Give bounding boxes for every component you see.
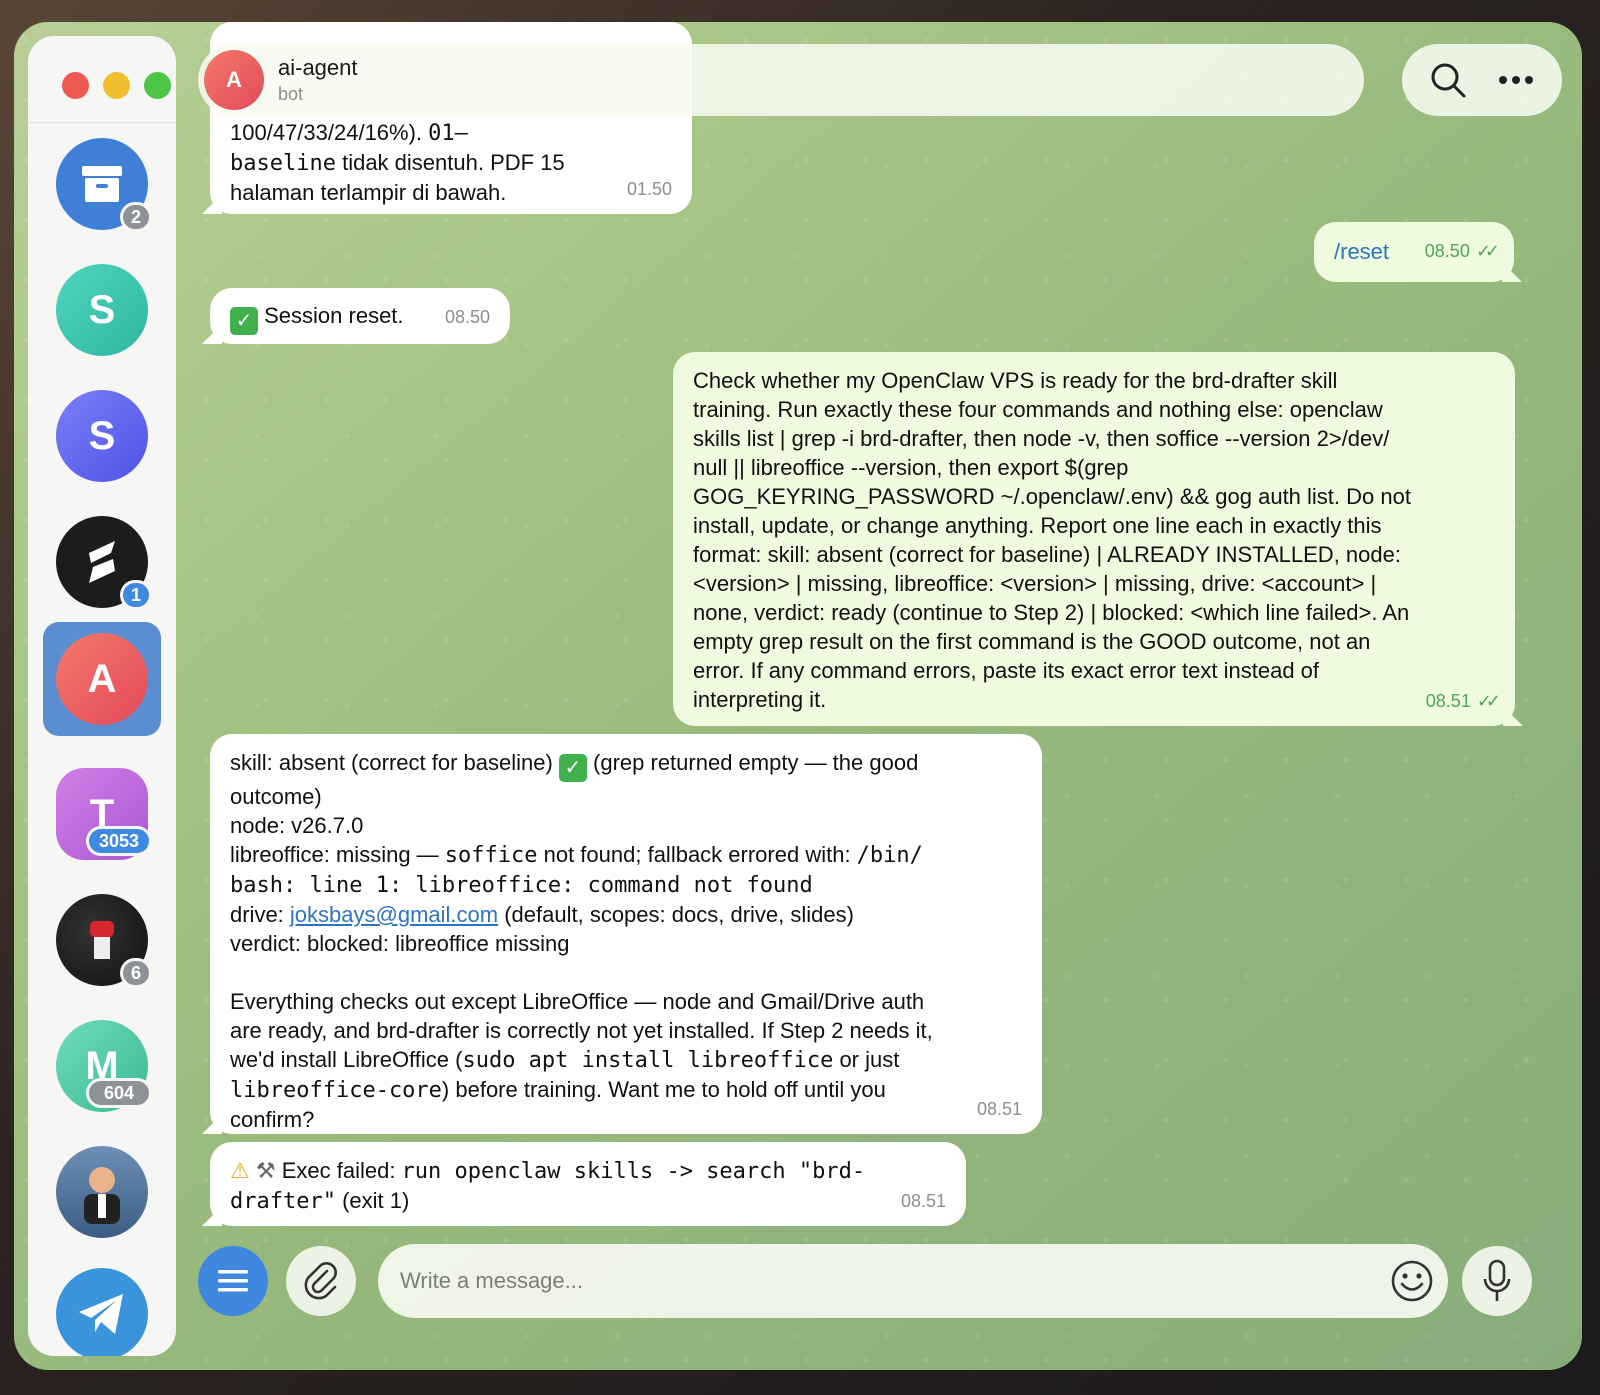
raised-fist-icon: 6: [56, 894, 152, 988]
message-line: <version> | missing, libreoffice: <versi…: [693, 571, 1377, 596]
microphone-icon: [1483, 1259, 1511, 1301]
message-input[interactable]: [400, 1268, 1300, 1294]
sidebar-item-s-purple[interactable]: S: [28, 380, 176, 492]
message-incoming[interactable]: skill: absent (correct for baseline) ✓ (…: [202, 734, 1042, 1134]
sidebar-divider: [28, 122, 176, 123]
chat-list-sidebar: 2 S S 1 A T 3053 6 M 604: [28, 36, 176, 1356]
sidebar-item-logo-s[interactable]: 1: [28, 506, 176, 618]
message-line: training. Run exactly these four command…: [693, 397, 1383, 422]
message-time: 01.50: [626, 179, 672, 199]
message-line: Check whether my OpenClaw VPS is ready f…: [693, 368, 1338, 393]
chat-status: bot: [278, 84, 304, 104]
chat-name: ai-agent: [278, 55, 358, 80]
chat-header-avatar[interactable]: A: [204, 50, 264, 110]
message-time: 08.50: [1424, 241, 1470, 261]
sidebar-item-s-teal[interactable]: S: [28, 254, 176, 366]
check-mark-icon: ✓: [230, 307, 258, 335]
telegram-icon: [56, 1268, 148, 1356]
brand-logo-icon: 1: [56, 516, 152, 610]
message-line: empty grep result on the first command i…: [693, 629, 1371, 654]
message-outgoing[interactable]: /reset 08.50 ✓✓: [1314, 222, 1522, 282]
message-line: GOG_KEYRING_PASSWORD ~/.openclaw/.env) &…: [693, 484, 1411, 509]
unread-badge: 1: [120, 580, 152, 610]
person-avatar-icon: [56, 1146, 148, 1238]
chat-header[interactable]: A ai-agent bot: [198, 44, 1364, 116]
message-line: interpreting it.: [693, 687, 827, 712]
sidebar-item-fist[interactable]: 6: [28, 884, 176, 996]
more-options-button[interactable]: [1494, 58, 1538, 102]
message-outgoing[interactable]: Check whether my OpenClaw VPS is ready f…: [673, 352, 1523, 726]
attach-button[interactable]: [286, 1246, 356, 1316]
message-incoming[interactable]: ⚠ ⚒ Exec failed: run openclaw skills -> …: [202, 1142, 966, 1226]
smiley-icon: [1391, 1260, 1433, 1302]
unread-badge: 6: [120, 958, 152, 988]
message-line: install, update, or change anything. Rep…: [693, 513, 1382, 538]
message-line: skills list | grep -i brd-drafter, then …: [693, 426, 1390, 451]
sidebar-item-ai-agent[interactable]: A: [43, 622, 161, 736]
more-dots-icon: [1499, 76, 1533, 84]
warning-icon: ⚠: [230, 1158, 250, 1183]
telegram-window: 2 S S 1 A T 3053 6 M 604 100/47/33/24/16…: [14, 22, 1582, 1370]
message-text: 100/47/33/24/16%). 01– baseline tidak di…: [230, 120, 565, 205]
message-time: 08.51: [1425, 691, 1471, 711]
message-text: skill: absent (correct for baseline) ✓ (…: [230, 750, 933, 1132]
message-line: error. If any command errors, paste its …: [693, 658, 1320, 683]
window-controls: [62, 72, 171, 99]
read-checkmarks-icon: ✓✓: [1476, 691, 1501, 711]
voice-message-button[interactable]: [1462, 1246, 1532, 1316]
sidebar-item-telegram[interactable]: [28, 1258, 176, 1356]
sidebar-item-archive[interactable]: 2: [28, 128, 176, 240]
message-incoming[interactable]: ✓ Session reset. 08.50: [202, 288, 510, 344]
chat-avatar: M 604: [56, 1020, 152, 1112]
close-window-button[interactable]: [62, 72, 89, 99]
message-time: 08.51: [976, 1099, 1022, 1119]
chat-avatar: S: [56, 264, 148, 356]
message-line: format: skill: absent (correct for basel…: [693, 542, 1401, 567]
message-time: 08.51: [900, 1191, 946, 1211]
unread-badge: 3053: [86, 826, 152, 856]
tools-icon: ⚒: [255, 1158, 276, 1183]
sidebar-item-m[interactable]: M 604: [28, 1010, 176, 1122]
email-link[interactable]: joksbays@gmail.com: [290, 902, 498, 927]
message-input-container: [378, 1244, 1448, 1318]
chat-avatar: T 3053: [56, 768, 152, 860]
chat-title-block[interactable]: ai-agent bot: [278, 55, 358, 105]
bot-menu-button[interactable]: [198, 1246, 268, 1316]
check-mark-icon: ✓: [558, 754, 587, 782]
message-time: 08.50: [444, 307, 490, 327]
header-actions: [1402, 44, 1562, 116]
search-button[interactable]: [1426, 58, 1470, 102]
message-text: ⚠ ⚒ Exec failed: run openclaw skills -> …: [230, 1158, 866, 1214]
chat-avatar: S: [56, 390, 148, 482]
chat-avatar: A: [56, 633, 148, 725]
sidebar-item-t[interactable]: T 3053: [28, 758, 176, 870]
menu-icon: [218, 1270, 248, 1292]
message-text: Check whether my OpenClaw VPS is ready f…: [693, 366, 1495, 714]
message-line: null || libreoffice --version, then expo…: [693, 455, 1129, 480]
zoom-window-button[interactable]: [144, 72, 171, 99]
read-checkmarks-icon: ✓✓: [1475, 241, 1500, 261]
sidebar-item-person[interactable]: [28, 1136, 176, 1248]
minimize-window-button[interactable]: [103, 72, 130, 99]
unread-badge: 2: [120, 202, 152, 232]
unread-badge: 604: [86, 1078, 152, 1108]
emoji-button[interactable]: [1390, 1259, 1434, 1303]
search-icon: [1431, 63, 1466, 98]
message-line: none, verdict: ready (continue to Step 2…: [693, 600, 1410, 625]
bot-command-link[interactable]: /reset: [1334, 239, 1389, 264]
archive-icon: 2: [56, 138, 152, 232]
paperclip-icon: [304, 1262, 337, 1300]
